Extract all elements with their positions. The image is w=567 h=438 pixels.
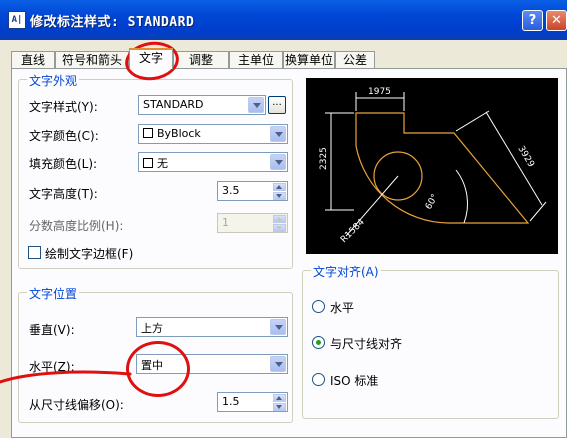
text-color-label: 文字颜色(C):: [29, 129, 99, 143]
color-swatch-icon: [143, 158, 153, 168]
help-button[interactable]: ?: [522, 10, 543, 31]
vertical-select[interactable]: 上方: [136, 317, 288, 337]
preview-drawing: 1975 2325 3929 60° R1584: [319, 87, 547, 245]
window-title: 修改标注样式: STANDARD: [30, 15, 195, 30]
fill-color-select[interactable]: 无: [138, 152, 288, 172]
text-style-select[interactable]: STANDARD: [138, 95, 266, 115]
tab-symbols-arrows[interactable]: 符号和箭头: [55, 51, 129, 68]
spin-up-icon: [273, 215, 286, 223]
align-horizontal-radio[interactable]: [312, 300, 325, 313]
chevron-down-icon: [270, 356, 286, 372]
fraction-scale-value: 1: [222, 216, 229, 229]
spin-down-icon: [273, 224, 286, 232]
tab-lines[interactable]: 直线: [11, 51, 55, 68]
tab-alternate-units[interactable]: 换算单位: [283, 51, 335, 68]
dimension-preview: 1975 2325 3929 60° R1584: [306, 78, 558, 254]
spin-up-icon[interactable]: [273, 394, 286, 402]
draw-frame-checkbox[interactable]: [28, 246, 41, 259]
align-iso-label: ISO 标准: [330, 374, 379, 388]
vertical-value: 上方: [141, 322, 163, 335]
fill-color-value: 无: [157, 157, 168, 170]
offset-value: 1.5: [222, 395, 240, 408]
group-title: 文字对齐(A): [311, 263, 381, 280]
align-with-dimline-radio[interactable]: [312, 336, 325, 349]
fraction-scale-label: 分数高度比例(H):: [29, 219, 124, 233]
dim-radius-label: R1584: [339, 217, 367, 245]
chevron-down-icon: [248, 97, 264, 113]
align-with-dimline-label: 与尺寸线对齐: [330, 337, 403, 351]
text-color-select[interactable]: ByBlock: [138, 124, 288, 144]
text-style-value: STANDARD: [143, 98, 204, 111]
text-color-value: ByBlock: [157, 127, 201, 140]
browse-text-style-button[interactable]: ...: [268, 96, 286, 114]
chevron-down-icon: [270, 154, 286, 170]
offset-label: 从尺寸线偏移(O):: [29, 398, 124, 412]
draw-frame-label: 绘制文字边框(F): [45, 247, 134, 261]
spin-down-icon[interactable]: [273, 403, 286, 411]
dim-top-label: 1975: [368, 87, 391, 97]
tab-fit[interactable]: 调整: [173, 51, 229, 68]
tab-tolerances[interactable]: 公差: [335, 51, 375, 68]
offset-stepper[interactable]: 1.5: [217, 392, 288, 412]
tab-primary-units[interactable]: 主单位: [229, 51, 283, 68]
text-style-label: 文字样式(Y):: [29, 100, 98, 114]
title-bar: A| 修改标注样式: STANDARD ? ✕: [0, 0, 567, 40]
text-height-stepper[interactable]: 3.5: [217, 181, 288, 201]
tab-text[interactable]: 文字: [129, 48, 173, 69]
dim-angle-label: 60°: [424, 193, 441, 212]
group-title: 文字位置: [27, 285, 80, 302]
fraction-scale-stepper: 1: [217, 213, 288, 233]
dim-left-label: 2325: [319, 147, 329, 170]
chevron-down-icon: [270, 126, 286, 142]
align-iso-radio[interactable]: [312, 373, 325, 386]
red-annotation-stroke: [0, 370, 132, 384]
spin-down-icon[interactable]: [273, 192, 286, 200]
group-title: 文字外观: [27, 72, 80, 89]
vertical-label: 垂直(V):: [29, 323, 75, 337]
fill-color-label: 填充颜色(L):: [29, 157, 98, 171]
align-horizontal-label: 水平: [330, 301, 355, 315]
text-height-label: 文字高度(T):: [29, 187, 98, 201]
preview-geometry: [355, 112, 530, 224]
autocad-icon: A|: [8, 11, 26, 29]
chevron-down-icon: [270, 319, 286, 335]
color-swatch-icon: [143, 128, 153, 138]
close-button[interactable]: ✕: [546, 10, 567, 31]
spin-up-icon[interactable]: [273, 183, 286, 191]
text-height-value: 3.5: [222, 184, 240, 197]
